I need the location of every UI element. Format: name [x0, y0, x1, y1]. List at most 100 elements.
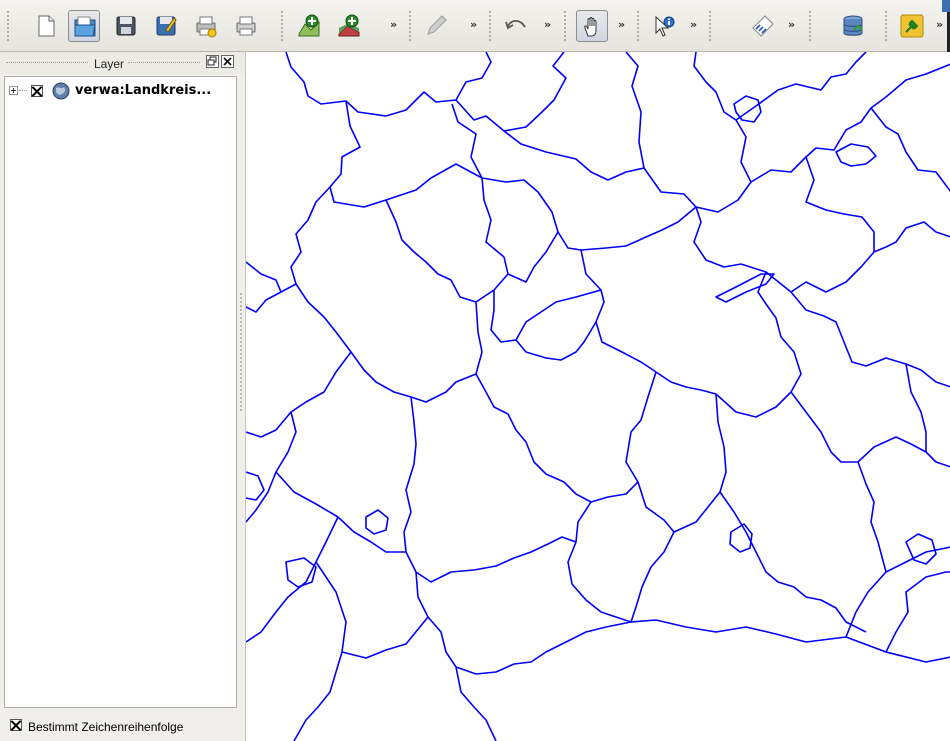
float-window-icon: [207, 56, 217, 66]
district-boundary: [246, 261, 282, 293]
new-project-button[interactable]: [30, 10, 62, 42]
district-boundary: [750, 63, 950, 183]
toolbar-grip[interactable]: [488, 10, 492, 42]
save-project-button[interactable]: [110, 10, 142, 42]
district-boundary: [567, 501, 632, 623]
district-boundary: [385, 177, 509, 303]
district-boundary: [285, 52, 492, 117]
layer-visibility-checkbox[interactable]: [31, 85, 43, 97]
district-boundaries: [246, 52, 950, 741]
add-raster-layer-icon: [338, 14, 360, 37]
labeling-button[interactable]: [747, 10, 779, 42]
layer-tree[interactable]: verwa:Landkreis...: [4, 76, 237, 708]
district-boundary: [481, 177, 697, 251]
district-boundary: [580, 249, 717, 395]
toolbar-grip[interactable]: [408, 10, 412, 42]
district-boundary: [503, 52, 645, 181]
district-boundary: [415, 536, 577, 583]
district-boundary: [490, 290, 597, 361]
district-boundary: [805, 156, 875, 252]
database-icon: [843, 15, 863, 36]
new-print-composer-button[interactable]: [190, 10, 222, 42]
wms-layer-icon: [52, 82, 70, 100]
add-vector-layer-icon: [298, 14, 320, 37]
district-boundary: [845, 546, 950, 638]
district-boundary: [403, 396, 417, 573]
district-boundary: [455, 666, 497, 741]
save-project-as-button[interactable]: [150, 10, 182, 42]
database-button[interactable]: [837, 10, 869, 42]
district-boundary: [790, 291, 950, 388]
toolbar-grip[interactable]: [884, 10, 888, 42]
identify-icon: [655, 15, 675, 37]
titlebar-grip: [6, 62, 88, 64]
district-boundary: [693, 206, 950, 293]
panel-splitter-handle[interactable]: [239, 292, 243, 412]
printer-icon: [236, 16, 256, 36]
district-boundary: [735, 52, 867, 121]
district-boundary: [625, 371, 721, 533]
district-boundary: [455, 52, 567, 132]
new-document-icon: [38, 15, 55, 37]
open-folder-icon: [74, 16, 96, 37]
add-raster-layer-button[interactable]: [333, 10, 365, 42]
district-boundary: [715, 393, 867, 633]
district-boundary: [643, 52, 752, 213]
toolbar-overflow-button[interactable]: »: [618, 18, 625, 31]
undo-icon: [505, 19, 526, 30]
district-boundary: [293, 561, 347, 741]
toolbar-grip[interactable]: [563, 10, 567, 42]
enclave-boundary: [365, 509, 389, 535]
close-icon: [223, 57, 232, 66]
layer-panel-titlebar[interactable]: Layer: [0, 52, 245, 74]
district-boundary: [590, 481, 639, 503]
district-boundary: [275, 471, 406, 553]
plugins-button[interactable]: [896, 10, 928, 42]
district-boundary: [246, 516, 339, 643]
open-project-button[interactable]: [68, 10, 100, 42]
draw-order-checkbox[interactable]: [10, 719, 22, 731]
undo-button[interactable]: [500, 10, 532, 42]
district-boundary: [507, 231, 559, 283]
add-vector-layer-button[interactable]: [293, 10, 325, 42]
toolbar-grip[interactable]: [6, 10, 10, 42]
draw-order-row[interactable]: Bestimmt Zeichenreihenfolge: [0, 712, 245, 738]
main-toolbar: » » » » » » »: [0, 0, 950, 52]
identify-features-button[interactable]: [648, 10, 680, 42]
layer-panel-title: Layer: [94, 57, 125, 71]
pan-hand-icon: [584, 17, 597, 37]
close-panel-button[interactable]: [221, 55, 234, 68]
window-corner-accent: [942, 0, 950, 12]
toolbar-overflow-button[interactable]: »: [936, 18, 943, 31]
enclave-boundary: [246, 471, 265, 501]
district-boundary: [630, 531, 675, 623]
enclave-boundary: [835, 143, 877, 167]
print-button[interactable]: [230, 10, 262, 42]
undock-panel-button[interactable]: [206, 55, 219, 68]
layer-item[interactable]: verwa:Landkreis...: [5, 81, 235, 101]
toolbar-grip[interactable]: [808, 10, 812, 42]
toolbar-grip[interactable]: [636, 10, 640, 42]
digitize-button[interactable]: [420, 10, 452, 42]
district-boundary: [885, 571, 950, 653]
district-boundary: [246, 186, 331, 313]
expand-toggle[interactable]: [9, 86, 18, 95]
plugin-icon: [900, 14, 924, 38]
toolbar-overflow-button[interactable]: »: [470, 18, 477, 31]
toolbar-overflow-button[interactable]: »: [788, 18, 795, 31]
district-boundary: [246, 411, 297, 523]
toolbar-overflow-button[interactable]: »: [544, 18, 551, 31]
toolbar-grip[interactable]: [708, 10, 712, 42]
enclave-boundary: [715, 273, 775, 303]
district-boundary: [857, 461, 887, 573]
pencil-icon: [427, 15, 447, 35]
toolbar-grip[interactable]: [280, 10, 284, 42]
layer-panel: Layer verwa:Landkreis... Bestimmt Zeiche…: [0, 52, 245, 741]
map-canvas[interactable]: [245, 52, 950, 741]
toolbar-overflow-button[interactable]: »: [390, 18, 397, 31]
toolbar-overflow-button[interactable]: »: [690, 18, 697, 31]
pan-map-button[interactable]: [576, 10, 608, 42]
district-boundary: [415, 571, 950, 675]
district-boundary: [341, 616, 429, 659]
abc-label-icon: [752, 15, 774, 37]
